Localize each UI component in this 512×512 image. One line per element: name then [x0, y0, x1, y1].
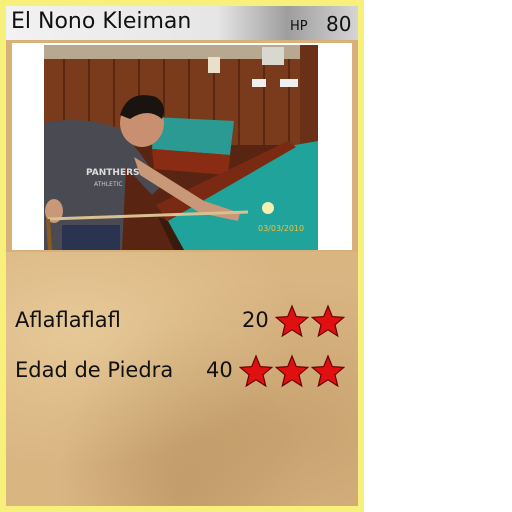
red-star-icon [311, 354, 345, 388]
card-body: El Nono Kleiman HP 80 PANTHERS ATHLETIC … [6, 6, 358, 506]
red-star-icon [275, 304, 309, 338]
pool-player-photo: PANTHERS ATHLETIC 03/03/2010 [44, 45, 318, 250]
svg-text:ATHLETIC: ATHLETIC [94, 181, 123, 188]
attack-row: Aflaflaflafl 20 [15, 304, 347, 340]
svg-text:PANTHERS: PANTHERS [86, 168, 140, 178]
red-star-icon [239, 354, 273, 388]
card-photo: PANTHERS ATHLETIC 03/03/2010 [44, 45, 318, 250]
photo-frame: PANTHERS ATHLETIC 03/03/2010 [12, 43, 352, 250]
attack-panel: Aflaflaflafl 20 Edad de Piedra 40 [6, 252, 358, 506]
attack-damage: 20 [242, 308, 269, 332]
energy-cost [275, 304, 347, 340]
attack-name: Edad de Piedra [15, 358, 174, 382]
photo-date-stamp: 03/03/2010 [258, 224, 304, 233]
red-star-icon [275, 354, 309, 388]
attack-row: Edad de Piedra 40 [15, 354, 347, 390]
hp-value: 80 [326, 12, 352, 36]
hp-label: HP [290, 19, 308, 34]
red-star-icon [311, 304, 345, 338]
card: El Nono Kleiman HP 80 PANTHERS ATHLETIC … [0, 0, 364, 512]
card-name: El Nono Kleiman [11, 9, 192, 34]
attack-name: Aflaflaflafl [15, 308, 121, 332]
energy-cost [239, 354, 347, 390]
card-header: El Nono Kleiman HP 80 [6, 6, 358, 40]
attack-damage: 40 [206, 358, 233, 382]
